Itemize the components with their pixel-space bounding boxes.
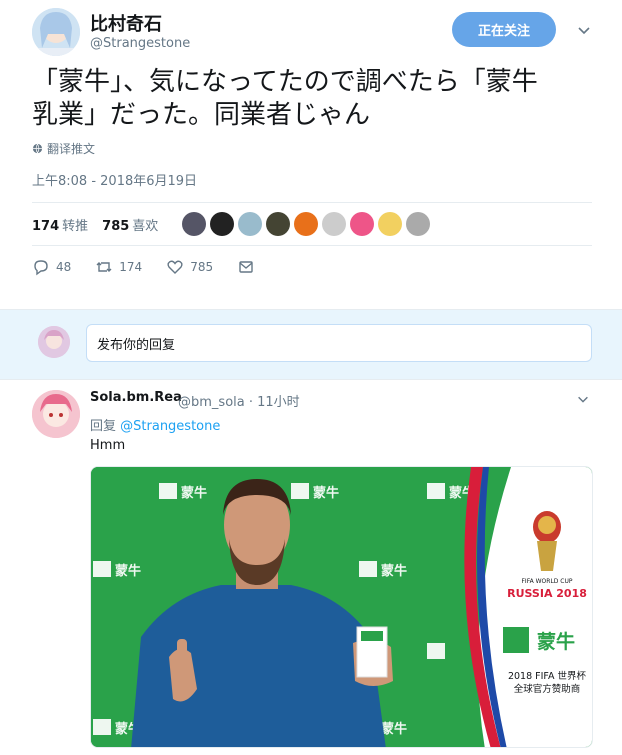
- reply-author-avatar[interactable]: [32, 390, 80, 438]
- reply-to-link[interactable]: @Strangestone: [120, 419, 220, 434]
- translate-tweet-link[interactable]: 翻译推文: [32, 140, 95, 157]
- likes-label: 喜欢: [132, 218, 159, 234]
- author-handle[interactable]: @Strangestone: [90, 36, 190, 51]
- tweet-text: 「蒙牛」、気になってたので調べたら「蒙牛 乳業」だった。同業者じゃん: [32, 67, 538, 130]
- reply-context: 回复 @Strangestone: [90, 415, 220, 434]
- translate-label: 翻译推文: [47, 142, 96, 156]
- liker-avatar[interactable]: [238, 212, 263, 236]
- liker-avatar[interactable]: [182, 212, 207, 236]
- main-tweet: 比村奇石 @Strangestone 正在关注 「蒙牛」、気になってたので調べた…: [0, 0, 622, 310]
- reply-author-name[interactable]: Sola.bm.Rea: [90, 390, 182, 405]
- liker-avatar[interactable]: [378, 212, 403, 236]
- globe-icon: [32, 143, 43, 154]
- reply-author-handle-time[interactable]: @bm_sola · 11小时: [178, 391, 300, 410]
- retweet-action[interactable]: 174: [95, 258, 142, 276]
- liker-avatar[interactable]: [322, 212, 347, 236]
- retweet-count: 174: [119, 260, 143, 274]
- svg-text:蒙牛: 蒙牛: [313, 485, 339, 501]
- reply-icon: [34, 260, 48, 276]
- sponsor-line-2: 全球官方赞助商: [514, 683, 581, 695]
- brand-logo: 蒙牛: [93, 561, 141, 579]
- liker-avatar[interactable]: [350, 212, 375, 236]
- brand-logo: 蒙牛: [159, 483, 207, 501]
- following-button[interactable]: 正在关注: [452, 12, 556, 47]
- tweet-timestamp[interactable]: 上午8:08 - 2018年6月19日: [32, 170, 197, 189]
- svg-text:蒙牛: 蒙牛: [381, 563, 407, 579]
- liker-avatar[interactable]: [210, 212, 235, 236]
- cup-title: FIFA WORLD CUP: [521, 578, 572, 585]
- likes-stat[interactable]: 785 喜欢: [102, 215, 158, 234]
- brand-logo-mark: [503, 627, 529, 653]
- author-name[interactable]: 比村奇石: [90, 10, 162, 36]
- likers-avatars: [182, 212, 431, 236]
- retweets-label: 转推: [62, 218, 89, 234]
- brand-name: 蒙牛: [537, 630, 575, 653]
- like-count: 785: [190, 260, 214, 274]
- retweets-stat[interactable]: 174 转推: [32, 215, 88, 234]
- chevron-down-icon[interactable]: [576, 392, 590, 406]
- heart-icon: [167, 260, 183, 274]
- liker-avatar[interactable]: [406, 212, 431, 236]
- svg-text:蒙牛: 蒙牛: [381, 721, 407, 737]
- retweets-count: 174: [32, 218, 60, 234]
- reply-text: Hmm: [90, 438, 126, 453]
- tweet-actions: 48 174 785: [32, 258, 279, 276]
- reply-count: 48: [56, 260, 72, 274]
- reply-media-image[interactable]: 蒙牛 蒙牛 蒙牛 蒙牛 蒙牛 蒙牛 蒙牛 FIFA WORLD CUP RUSS…: [90, 466, 593, 748]
- tweet-stats: 174 转推 785 喜欢: [32, 202, 592, 246]
- chevron-down-icon[interactable]: [576, 22, 592, 38]
- brand-logo: [427, 643, 445, 659]
- reply-prefix: 回复: [90, 419, 117, 434]
- cup-subtitle: RUSSIA 2018: [507, 587, 587, 600]
- liker-avatar[interactable]: [294, 212, 319, 236]
- brand-logo: 蒙牛: [359, 561, 407, 579]
- like-action[interactable]: 785: [166, 258, 213, 276]
- retweet-icon: [96, 262, 112, 272]
- brand-logo: 蒙牛: [291, 483, 339, 501]
- current-user-avatar: [38, 326, 70, 358]
- liker-avatar[interactable]: [266, 212, 291, 236]
- reply-input[interactable]: 发布你的回复: [86, 324, 592, 362]
- reply-action[interactable]: 48: [32, 258, 71, 276]
- sponsor-line-1: 2018 FIFA 世界杯: [508, 670, 587, 682]
- envelope-icon: [239, 261, 253, 273]
- svg-text:蒙牛: 蒙牛: [181, 485, 207, 501]
- direct-message-action[interactable]: [237, 258, 255, 276]
- svg-text:蒙牛: 蒙牛: [115, 563, 141, 579]
- author-avatar[interactable]: [32, 8, 80, 56]
- likes-count: 785: [102, 218, 130, 234]
